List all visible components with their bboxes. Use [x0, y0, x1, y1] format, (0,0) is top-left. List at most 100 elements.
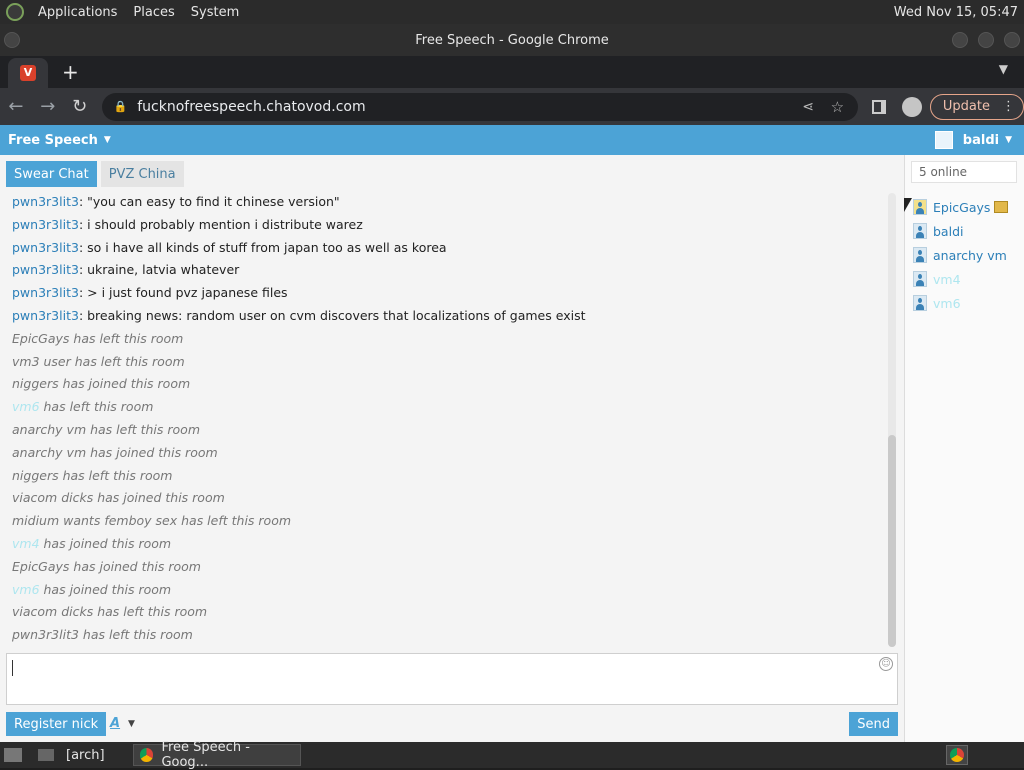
desktop-top-panel: Applications Places System Wed Nov 15, 0…	[0, 0, 1024, 24]
user-list-item[interactable]: baldi	[913, 219, 1008, 243]
user-dropdown-icon[interactable]: ▼	[1005, 135, 1012, 145]
send-button[interactable]: Send	[849, 712, 898, 736]
message-nick[interactable]: pwn3r3lit3	[12, 308, 79, 323]
back-button[interactable]: ←	[0, 96, 32, 117]
room-tabs: Swear Chat PVZ China	[6, 161, 188, 187]
system-message-text: viacom dicks has left this room	[12, 604, 208, 620]
chat-message: EpicGays has left this room	[12, 328, 882, 351]
chat-message: vm6 has left this room	[12, 396, 882, 419]
message-input[interactable]: ☺	[6, 653, 898, 705]
message-nick[interactable]: pwn3r3lit3	[12, 262, 79, 277]
menu-applications[interactable]: Applications	[30, 5, 125, 20]
user-icon	[913, 247, 927, 263]
chat-message: niggers has left this room	[12, 465, 882, 488]
chat-message: pwn3r3lit3: ukraine, latvia whatever	[12, 259, 882, 282]
bookmark-star-icon[interactable]: ☆	[831, 98, 844, 116]
new-tab-button[interactable]: +	[62, 60, 79, 84]
chat-message: anarchy vm has joined this room	[12, 442, 882, 465]
taskbar-chrome-label: Free Speech - Goog...	[161, 740, 250, 770]
message-nick[interactable]: pwn3r3lit3	[12, 217, 79, 232]
message-nick[interactable]: pwn3r3lit3	[12, 285, 79, 300]
system-message-text: anarchy vm has left this room	[12, 421, 200, 437]
taskbar-item-arch[interactable]: [arch]	[62, 748, 109, 763]
os-logo-icon[interactable]	[6, 3, 24, 21]
chat-message: pwn3r3lit3: breaking news: random user o…	[12, 305, 882, 328]
system-message-text: pwn3r3lit3 has left this room	[12, 627, 193, 643]
user-icon	[913, 199, 927, 215]
system-message-nick[interactable]: vm6	[12, 399, 40, 414]
chat-message: pwn3r3lit3: so i have all kinds of stuff…	[12, 237, 882, 260]
system-message-text: niggers has left this room	[12, 467, 173, 483]
update-label: Update	[942, 99, 990, 114]
show-desktop-icon[interactable]	[4, 748, 22, 762]
message-nick[interactable]: pwn3r3lit3	[12, 240, 79, 255]
taskbar-item-chrome[interactable]: Free Speech - Goog...	[132, 740, 301, 770]
clock[interactable]: Wed Nov 15, 05:47	[894, 5, 1024, 20]
tab-strip: V + ▼	[0, 56, 1024, 88]
chat-page: Free Speech ▼ baldi ▼ Swear Chat PVZ Chi…	[0, 125, 1024, 742]
message-scrollbar-thumb[interactable]	[888, 435, 896, 647]
message-nick[interactable]: pwn3r3lit3	[12, 194, 79, 209]
user-list-item[interactable]: vm6	[913, 291, 1008, 315]
register-nick-button[interactable]: Register nick	[6, 712, 107, 736]
workspace-switcher[interactable]	[946, 745, 968, 765]
menu-places[interactable]: Places	[125, 5, 182, 20]
message-text: : breaking news: random user on cvm disc…	[78, 307, 586, 323]
font-dropdown-icon[interactable]: ▼	[128, 719, 135, 729]
system-message-text: midium wants femboy sex has left this ro…	[12, 513, 292, 529]
room-name[interactable]: Free Speech	[8, 133, 98, 148]
desktop-taskbar: [arch] Free Speech - Goog...	[0, 740, 1024, 770]
online-count[interactable]: 5 online	[911, 161, 1017, 183]
user-name[interactable]: anarchy vm	[933, 248, 1007, 263]
message-text: : "you can easy to find it chinese versi…	[78, 194, 340, 209]
user-list-item[interactable]: vm4	[913, 267, 1008, 291]
chat-message: vm4 has joined this room	[12, 533, 882, 556]
tab-pvz-china[interactable]: PVZ China	[100, 161, 184, 187]
chat-message: pwn3r3lit3: > i just found pvz japanese …	[12, 282, 882, 305]
update-button[interactable]: Update ⋮	[929, 93, 1024, 120]
system-message-text: viacom dicks has joined this room	[12, 490, 225, 506]
user-name[interactable]: EpicGays	[933, 200, 990, 215]
chat-header-bar: Free Speech ▼ baldi ▼	[0, 125, 1024, 155]
tab-swear-chat[interactable]: Swear Chat	[6, 161, 97, 187]
browser-tab[interactable]: V	[8, 58, 48, 88]
message-list: pwn3r3lit3: "you can easy to find it chi…	[12, 191, 882, 647]
menu-system[interactable]: System	[183, 5, 247, 20]
reload-button[interactable]: ↻	[64, 96, 96, 117]
lock-icon[interactable]: 🔒	[114, 100, 128, 113]
window-titlebar[interactable]: Free Speech - Google Chrome	[0, 24, 1024, 56]
url-text[interactable]: fucknofreespeech.chatovod.com	[137, 99, 365, 115]
user-name[interactable]: vm6	[933, 296, 961, 311]
maximize-icon[interactable]	[978, 32, 994, 48]
user-icon	[913, 271, 927, 287]
tab-search-chevron-icon[interactable]: ▼	[999, 62, 1008, 76]
address-bar[interactable]: 🔒 fucknofreespeech.chatovod.com ⋖ ☆	[101, 92, 859, 121]
message-text: : i should probably mention i distribute…	[78, 216, 363, 232]
room-dropdown-icon[interactable]: ▼	[104, 135, 111, 145]
chat-message: anarchy vm has left this room	[12, 419, 882, 442]
system-message-text: EpicGays has joined this room	[12, 558, 201, 574]
user-menu[interactable]: baldi ▼	[934, 131, 1012, 149]
system-message-nick[interactable]: vm4	[12, 536, 40, 551]
emoji-smiley-icon[interactable]: ☺	[879, 657, 893, 671]
user-name[interactable]: vm4	[933, 272, 961, 287]
message-text: : so i have all kinds of stuff from japa…	[78, 239, 447, 255]
user-avatar-icon	[934, 131, 953, 149]
current-username[interactable]: baldi	[963, 133, 999, 148]
profile-avatar-icon[interactable]	[901, 96, 922, 117]
font-style-button[interactable]: A	[110, 716, 120, 731]
user-list-item[interactable]: anarchy vm	[913, 243, 1008, 267]
folder-icon[interactable]	[38, 749, 54, 761]
kebab-menu-icon[interactable]: ⋮	[1002, 99, 1015, 114]
close-icon[interactable]	[1004, 32, 1020, 48]
share-icon[interactable]: ⋖	[802, 99, 814, 115]
chrome-workspace-icon	[950, 748, 964, 762]
forward-button[interactable]: →	[32, 96, 64, 117]
minimize-icon[interactable]	[952, 32, 968, 48]
window-menu-icon[interactable]	[4, 32, 20, 48]
mouse-pointer-icon	[904, 198, 912, 212]
system-message-nick[interactable]: vm6	[12, 582, 40, 597]
user-name[interactable]: baldi	[933, 224, 963, 239]
user-list-item[interactable]: EpicGays	[913, 195, 1009, 219]
side-panel-icon[interactable]	[872, 99, 886, 114]
